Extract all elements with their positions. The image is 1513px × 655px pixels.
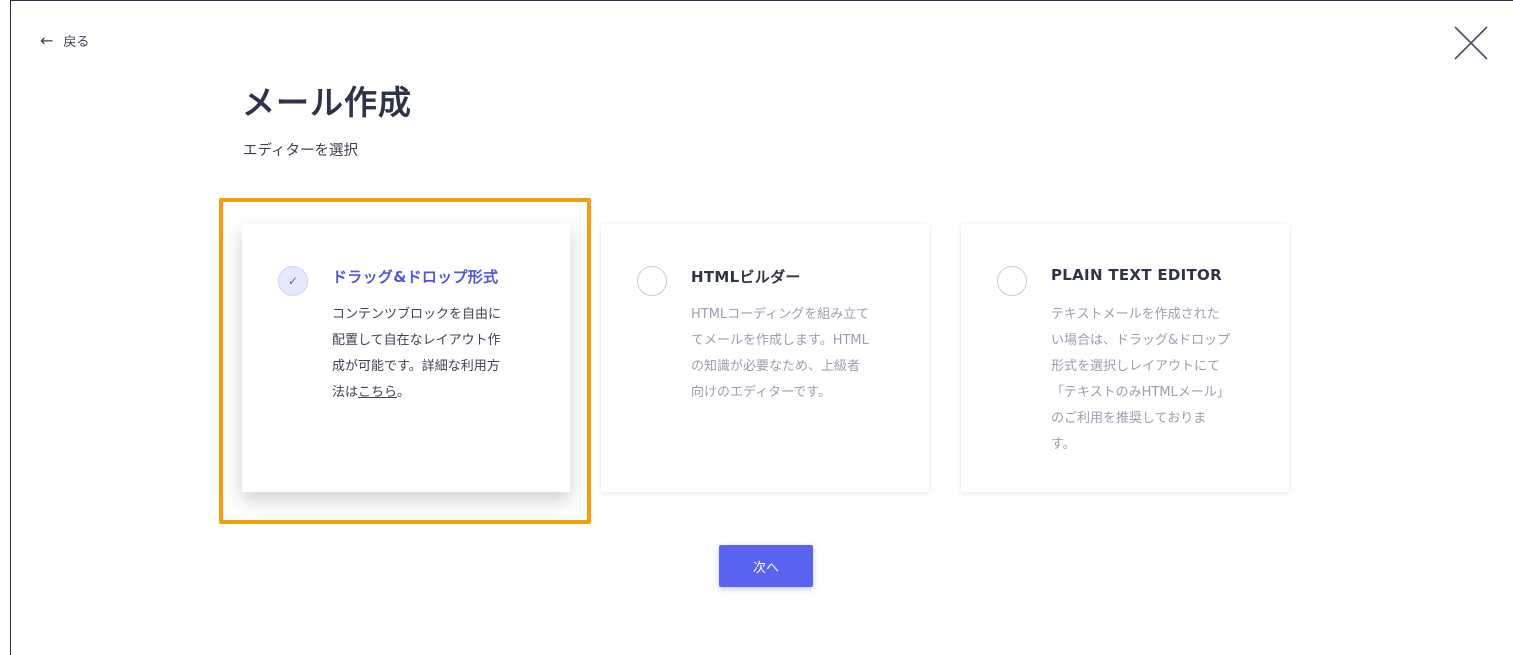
option-title: HTMLビルダー bbox=[691, 268, 801, 286]
description-line: 成が可能です。詳細な利用方 bbox=[332, 359, 500, 374]
option-title: ドラッグ&ドロップ形式 bbox=[332, 268, 499, 286]
arrow-left-icon: ← bbox=[40, 30, 54, 50]
option-description: コンテンツブロックを自由に 配置して自在なレイアウト作 成が可能です。詳細な利用… bbox=[332, 302, 530, 406]
option-description: HTMLコーディングを組み立て てメールを作成します。HTML の知識が必要なた… bbox=[691, 302, 889, 406]
description-line: 「テキストのみHTMLメール」 bbox=[1051, 385, 1230, 400]
description-text: 。 bbox=[397, 385, 411, 400]
description-line: 形式を選択しレイアウトにて bbox=[1051, 359, 1221, 374]
editor-option-html-builder[interactable]: HTMLビルダー HTMLコーディングを組み立て てメールを作成します。HTML… bbox=[601, 224, 929, 492]
description-line: HTMLコーディングを組み立て bbox=[691, 307, 870, 322]
page-title: メール作成 bbox=[242, 83, 412, 122]
description-line: す。 bbox=[1051, 437, 1076, 452]
description-line: コンテンツブロックを自由に bbox=[332, 307, 502, 322]
description-line: 法はこちら。 bbox=[332, 380, 530, 406]
page-subtitle: エディターを選択 bbox=[243, 143, 358, 159]
description-line: テキストメールを作成された bbox=[1051, 307, 1220, 322]
option-radio[interactable] bbox=[637, 266, 667, 296]
description-line: 配置して自在なレイアウト作 bbox=[332, 333, 501, 348]
back-link[interactable]: ← 戻る bbox=[40, 31, 89, 50]
description-line: てメールを作成します。HTML bbox=[691, 333, 869, 348]
close-icon[interactable] bbox=[1454, 26, 1488, 60]
description-line: の知識が必要なため、上級者 bbox=[691, 359, 861, 374]
option-radio[interactable] bbox=[997, 266, 1027, 296]
editor-option-plain-text[interactable]: PLAIN TEXT EDITOR テキストメールを作成された い場合は、ドラッ… bbox=[961, 224, 1289, 492]
description-line: い場合は、ドラッグ&ドロップ bbox=[1051, 333, 1231, 348]
back-label: 戻る bbox=[63, 35, 90, 50]
description-text: 法は bbox=[332, 385, 359, 400]
option-radio[interactable]: ✓ bbox=[278, 266, 308, 296]
option-description: テキストメールを作成された い場合は、ドラッグ&ドロップ 形式を選択しレイアウト… bbox=[1051, 302, 1249, 458]
description-line: のご利用を推奨しておりま bbox=[1051, 411, 1207, 426]
editor-option-drag-drop[interactable]: ✓ ドラッグ&ドロップ形式 コンテンツブロックを自由に 配置して自在なレイアウト… bbox=[242, 224, 570, 492]
option-title: PLAIN TEXT EDITOR bbox=[1051, 266, 1222, 284]
help-link[interactable]: こちら bbox=[358, 385, 397, 400]
check-icon: ✓ bbox=[287, 274, 299, 288]
description-line: 向けのエディターです。 bbox=[691, 385, 832, 400]
next-button[interactable]: 次へ bbox=[719, 545, 813, 587]
